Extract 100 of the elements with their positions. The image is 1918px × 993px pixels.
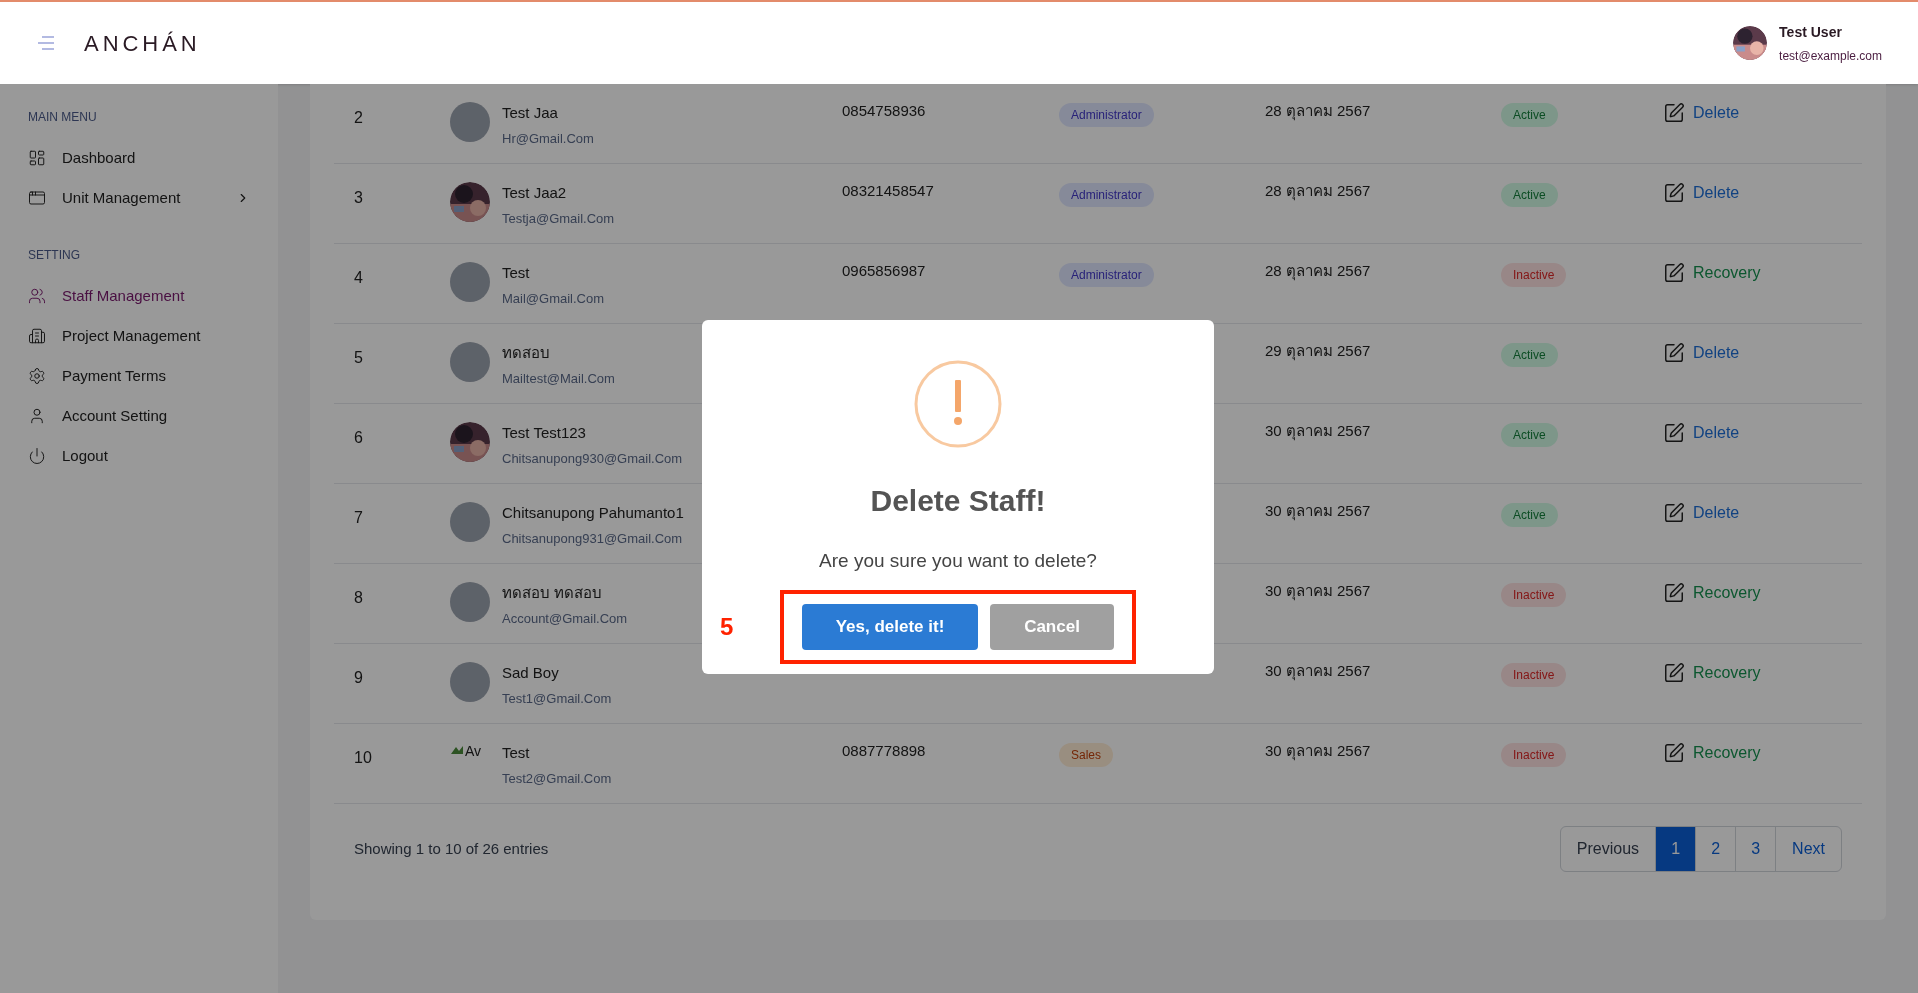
row-action-link[interactable]: Delete (1663, 180, 1740, 206)
building-icon (28, 327, 46, 345)
row-number: 4 (353, 268, 364, 288)
date-text: 28 ตุลาคม 2567 (1265, 102, 1371, 119)
edit-icon (1663, 182, 1685, 204)
edit-icon (1663, 422, 1685, 444)
section-heading: SETTING (28, 247, 81, 264)
page-button[interactable]: 1 (1655, 827, 1696, 871)
date-text: 30 ตุลาคม 2567 (1265, 662, 1371, 679)
row-number: 3 (353, 188, 364, 208)
dashboard-icon (28, 149, 46, 167)
row-number: 9 (353, 668, 364, 688)
power-icon (28, 447, 46, 465)
users-icon (28, 287, 46, 305)
edit-icon (1663, 742, 1685, 764)
row-number: 8 (353, 588, 364, 608)
staff-name: Test Jaa (502, 103, 559, 123)
status-tag: Inactive (1501, 663, 1567, 687)
row-action-link[interactable]: Recovery (1663, 740, 1761, 766)
edit-icon (1663, 662, 1685, 684)
sidebar-item[interactable]: Project Management (28, 316, 250, 356)
row-action-link[interactable]: Recovery (1663, 260, 1761, 286)
section-heading: MAIN MENU (28, 109, 98, 126)
date-text: 29 ตุลาคม 2567 (1265, 342, 1371, 359)
edit-icon (1663, 342, 1685, 364)
sidebar-item[interactable]: Dashboard (28, 138, 250, 178)
settings-icon (28, 367, 46, 385)
staff-name: Test (502, 263, 531, 283)
status-tag: Active (1501, 343, 1558, 367)
user-name: Test User (1779, 22, 1843, 42)
role-tag: Administrator (1059, 263, 1154, 287)
date-text: 28 ตุลาคม 2567 (1265, 182, 1371, 199)
row-action-link[interactable]: Delete (1663, 340, 1740, 366)
edit-icon (1663, 582, 1685, 604)
staff-email: Test1@Gmail.Com (502, 689, 612, 708)
row-number: 6 (353, 428, 364, 448)
edit-icon (1663, 102, 1685, 124)
logo: ANCHÁN (84, 29, 201, 58)
row-action-link[interactable]: Delete (1663, 420, 1740, 446)
status-tag: Active (1501, 503, 1558, 527)
staff-email: Account@Gmail.Com (502, 609, 628, 628)
row-number: 2 (353, 108, 364, 128)
status-tag: Inactive (1501, 583, 1567, 607)
staff-email: Testja@Gmail.Com (502, 209, 615, 228)
sidebar-item[interactable]: Staff Management (28, 276, 250, 316)
staff-email: Mailtest@Mail.Com (502, 369, 615, 388)
sidebar-item[interactable]: Payment Terms (28, 356, 250, 396)
date-text: 30 ตุลาคม 2567 (1265, 742, 1371, 759)
user-email: test@example.com (1779, 47, 1882, 65)
staff-name: Test Test123 (502, 423, 587, 443)
edit-icon (1663, 502, 1685, 524)
row-number: 10 (353, 748, 373, 768)
annotation-number: 5 (720, 611, 734, 642)
date-text: 30 ตุลาคม 2567 (1265, 502, 1371, 519)
status-tag: Inactive (1501, 743, 1567, 767)
staff-email: Hr@Gmail.Com (502, 129, 594, 148)
sidebar-item[interactable]: Account Setting (28, 396, 250, 436)
avatar-alt-text: Av (465, 744, 482, 758)
window-icon (28, 189, 46, 207)
staff-name: Test Jaa2 (502, 183, 568, 203)
date-text: 30 ตุลาคม 2567 (1265, 422, 1371, 439)
user-icon (28, 407, 46, 425)
row-action-link[interactable]: Recovery (1663, 660, 1761, 686)
warning-icon (914, 360, 1002, 448)
role-tag: Administrator (1059, 183, 1154, 207)
staff-email: Mail@Gmail.Com (502, 289, 605, 308)
cancel-button[interactable]: Cancel (990, 603, 1114, 650)
date-text: 28 ตุลาคม 2567 (1265, 262, 1371, 279)
dialog-message: Are you sure you want to delete? (819, 549, 1097, 573)
confirm-button[interactable]: Yes, delete it! (802, 603, 978, 650)
row-action-link[interactable]: Delete (1663, 100, 1740, 126)
staff-email: Test2@Gmail.Com (502, 769, 612, 788)
status-tag: Active (1501, 423, 1558, 447)
menu-icon[interactable] (36, 36, 56, 50)
previous-button[interactable]: Previous (1560, 827, 1656, 871)
staff-name: Test (502, 743, 531, 763)
phone-number: 0965856987 (842, 262, 926, 279)
row-number: 7 (353, 508, 364, 528)
edit-icon (1663, 262, 1685, 284)
phone-number: 0887778898 (842, 742, 926, 759)
status-tag: Active (1501, 103, 1558, 127)
phone-number: 08321458547 (842, 182, 934, 199)
phone-number: 0854758936 (842, 102, 926, 119)
next-button[interactable]: Next (1775, 827, 1841, 871)
staff-name: Chitsanupong Pahumanto1 (502, 503, 684, 523)
role-tag: Sales (1059, 743, 1114, 767)
sidebar-item[interactable]: Logout (28, 436, 250, 476)
status-tag: Active (1501, 183, 1558, 207)
row-action-link[interactable]: Delete (1663, 500, 1740, 526)
staff-email: Chitsanupong931@Gmail.Com (502, 529, 684, 548)
staff-name: Sad Boy (502, 663, 560, 683)
entries-summary: Showing 1 to 10 of 26 entries (354, 838, 549, 859)
staff-name: ทดสอบ (502, 343, 551, 363)
page-button[interactable]: 2 (1695, 827, 1736, 871)
page-button[interactable]: 3 (1735, 827, 1776, 871)
sidebar-item[interactable]: Unit Management (28, 178, 250, 218)
staff-email: Chitsanupong930@Gmail.Com (502, 449, 683, 468)
role-tag: Administrator (1059, 103, 1154, 127)
row-action-link[interactable]: Recovery (1663, 580, 1761, 606)
row-number: 5 (353, 348, 364, 368)
